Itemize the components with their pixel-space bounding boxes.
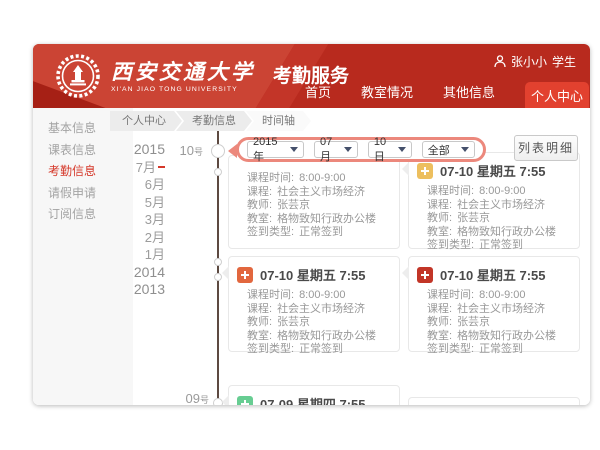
chevron-down-icon — [344, 147, 352, 152]
seal-icon — [237, 267, 253, 283]
list-detail-button[interactable]: 列表明细 — [514, 135, 578, 161]
seal-icon — [417, 267, 433, 283]
timeline-entry-2013[interactable]: 2013 — [93, 281, 165, 299]
timeline-entry-2015[interactable]: 2015 — [93, 141, 165, 159]
filter-bubble: 2015年 07月 10日 全部 — [236, 137, 486, 162]
timeline-year-month-list: 2015 7月 6月 5月 3月 2月 1月 2014 2013 — [93, 141, 165, 299]
attendance-card: 课程时间:8:00-9:00 课程:社会主义市场经济 教师:张芸京 教室:格物致… — [228, 155, 400, 249]
timeline-node-small-1 — [214, 168, 222, 176]
day-dropdown[interactable]: 10日 — [368, 141, 412, 158]
card-date-title: 07-10 星期五 7:55 — [440, 161, 546, 180]
attendance-card — [408, 397, 580, 405]
nav-other-info[interactable]: 其他信息 — [443, 82, 495, 108]
seal-icon — [237, 396, 253, 406]
nav-home[interactable]: 首页 — [305, 82, 331, 108]
nav-personal-center-active[interactable]: 个人中心 — [525, 82, 589, 108]
timeline-entry-may[interactable]: 5月 — [93, 194, 165, 212]
current-month-tick — [158, 166, 165, 168]
timeline-node-small-2 — [214, 258, 222, 266]
breadcrumb-personal-center[interactable]: 个人中心 — [110, 111, 182, 131]
app-header: 西安交通大学 XI'AN JIAO TONG UNIVERSITY 考勤服务 张… — [33, 44, 590, 108]
person-icon — [494, 55, 506, 68]
timeline-entry-jun[interactable]: 6月 — [93, 176, 165, 194]
timeline-node-small-3 — [214, 273, 222, 281]
card-date-title: 07-10 星期五 7:55 — [260, 265, 366, 284]
app-window: 西安交通大学 XI'AN JIAO TONG UNIVERSITY 考勤服务 张… — [33, 44, 590, 405]
timeline-node-day10[interactable] — [211, 144, 225, 158]
university-logo-icon — [55, 53, 101, 99]
timeline-entry-jul[interactable]: 7月 — [93, 159, 165, 177]
content-area: 基本信息 课表信息 考勤信息 请假申请 订阅信息 个人中心 考勤信息 时间轴 2… — [33, 108, 590, 405]
user-role: 学生 — [552, 53, 576, 70]
year-dropdown[interactable]: 2015年 — [247, 141, 304, 158]
attendance-card: 07-10 星期五 7:55 课程时间:8:00-9:00 课程:社会主义市场经… — [228, 256, 400, 352]
card-date-title: 07-09 星期四 7:55 — [260, 394, 366, 405]
month-dropdown[interactable]: 07月 — [314, 141, 358, 158]
breadcrumb: 个人中心 考勤信息 时间轴 — [110, 111, 311, 131]
day-marker-label-09[interactable]: 09号 — [165, 391, 209, 405]
day-marker-label-10[interactable]: 10号 — [159, 143, 203, 158]
seal-icon — [417, 163, 433, 179]
timeline-entry-jan[interactable]: 1月 — [93, 246, 165, 264]
main-nav: 首页 教室情况 其他信息 个人中心 — [305, 82, 590, 108]
attendance-card: 07-10 星期五 7:55 课程时间:8:00-9:00 课程:社会主义市场经… — [408, 152, 580, 249]
breadcrumb-timeline[interactable]: 时间轴 — [246, 111, 311, 131]
chevron-down-icon — [290, 147, 298, 152]
user-info[interactable]: 张小小 学生 — [494, 53, 576, 70]
chevron-down-icon — [398, 147, 406, 152]
university-name-en: XI'AN JIAO TONG UNIVERSITY — [111, 86, 255, 93]
attendance-card: 07-09 星期四 7:55 — [228, 385, 400, 405]
chevron-down-icon — [461, 147, 469, 152]
attendance-card: 07-10 星期五 7:55 课程时间:8:00-9:00 课程:社会主义市场经… — [408, 256, 580, 352]
type-dropdown[interactable]: 全部 — [422, 141, 475, 158]
nav-classrooms[interactable]: 教室情况 — [361, 82, 413, 108]
user-name: 张小小 — [511, 53, 547, 70]
breadcrumb-attendance-info[interactable]: 考勤信息 — [176, 111, 252, 131]
card-date-title: 07-10 星期五 7:55 — [440, 265, 546, 284]
timeline-entry-2014[interactable]: 2014 — [93, 264, 165, 282]
university-name-cn: 西安交通大学 — [111, 60, 255, 84]
timeline-entry-mar[interactable]: 3月 — [93, 211, 165, 229]
timeline-entry-feb[interactable]: 2月 — [93, 229, 165, 247]
